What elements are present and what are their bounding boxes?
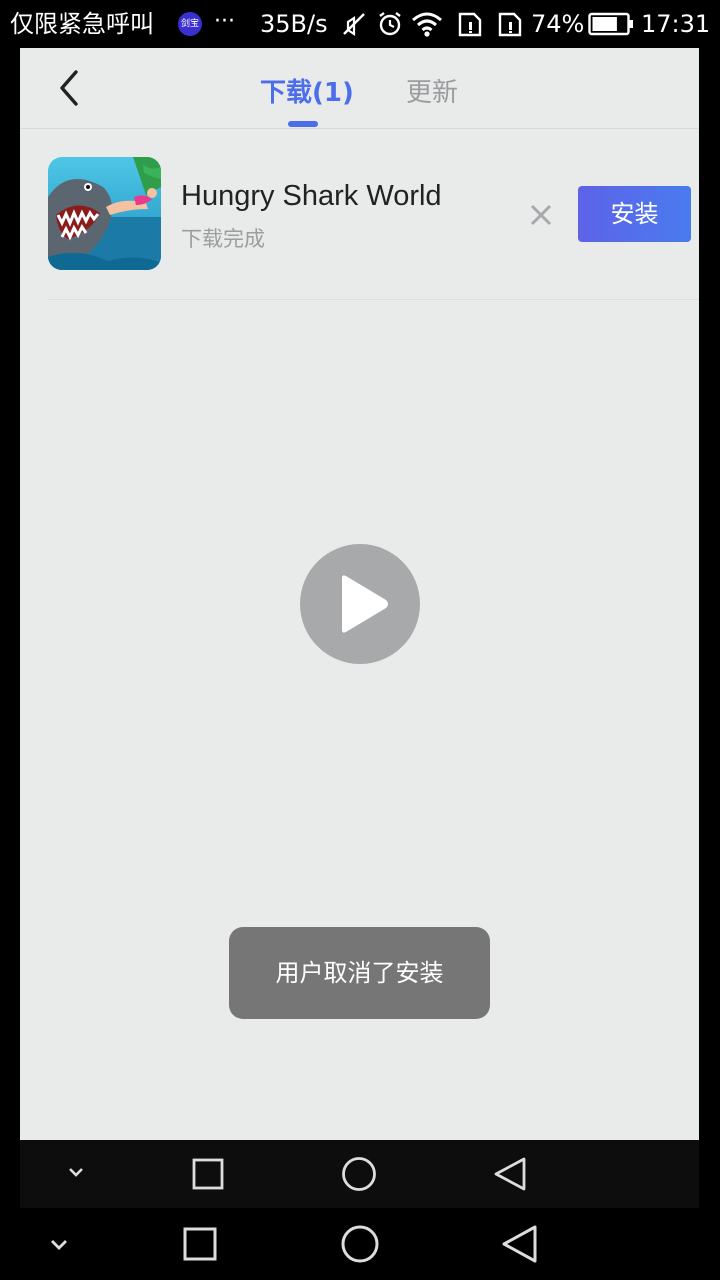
- wifi-icon: [412, 12, 442, 37]
- app-navigation-bar: [20, 1140, 699, 1208]
- battery-percent: 74%: [531, 10, 585, 38]
- hungry-shark-app-icon: [48, 157, 161, 270]
- recents-square-icon[interactable]: [182, 1226, 218, 1262]
- net-speed-text: 35B/s: [260, 10, 328, 38]
- back-button[interactable]: [50, 64, 90, 112]
- play-icon: [342, 575, 388, 633]
- active-tab-indicator: [288, 121, 318, 127]
- home-circle-icon[interactable]: [340, 1224, 380, 1264]
- back-triangle-icon[interactable]: [500, 1224, 540, 1264]
- sim2-icon: [498, 12, 522, 37]
- hide-chevron-icon[interactable]: [46, 1232, 72, 1258]
- clock-time: 17:31: [641, 10, 711, 38]
- tab-downloads[interactable]: 下载(1): [260, 76, 354, 110]
- recents-square-icon[interactable]: [192, 1158, 224, 1190]
- download-list-item[interactable]: Hungry Shark World 下载完成 安装: [48, 130, 699, 300]
- battery-icon: [588, 12, 633, 36]
- close-icon: [530, 204, 552, 226]
- mute-icon: [343, 13, 365, 37]
- app-name: Hungry Shark World: [181, 180, 442, 212]
- download-manager-window: 下载(1) 更新 Hungry Shark World 下载完成 安装 用户取消…: [20, 48, 699, 1140]
- alarm-icon: [379, 12, 401, 36]
- download-status: 下载完成: [181, 227, 265, 251]
- carrier-text: 仅限紧急呼叫: [10, 10, 154, 38]
- status-bar: 仅限紧急呼叫 剑宝 ··· 35B/s 74% 17:31: [0, 0, 720, 48]
- play-button[interactable]: [300, 544, 420, 664]
- sim1-icon: [458, 12, 482, 37]
- hide-chevron-icon[interactable]: [64, 1160, 88, 1184]
- device-screen: 仅限紧急呼叫 剑宝 ··· 35B/s 74% 17:31 下载(1) 更新 H…: [0, 0, 720, 1280]
- system-navigation-bar: [0, 1208, 720, 1280]
- app-notification-icon: 剑宝: [178, 12, 202, 36]
- back-triangle-icon[interactable]: [492, 1156, 528, 1192]
- more-notifications-icon: ···: [214, 9, 235, 34]
- tab-updates[interactable]: 更新: [406, 76, 458, 110]
- chevron-left-icon: [60, 70, 78, 106]
- install-button[interactable]: 安装: [578, 186, 691, 242]
- top-bar: 下载(1) 更新: [20, 48, 699, 129]
- remove-download-button[interactable]: [526, 200, 556, 230]
- home-circle-icon[interactable]: [341, 1156, 377, 1192]
- toast-message: 用户取消了安装: [229, 927, 490, 1019]
